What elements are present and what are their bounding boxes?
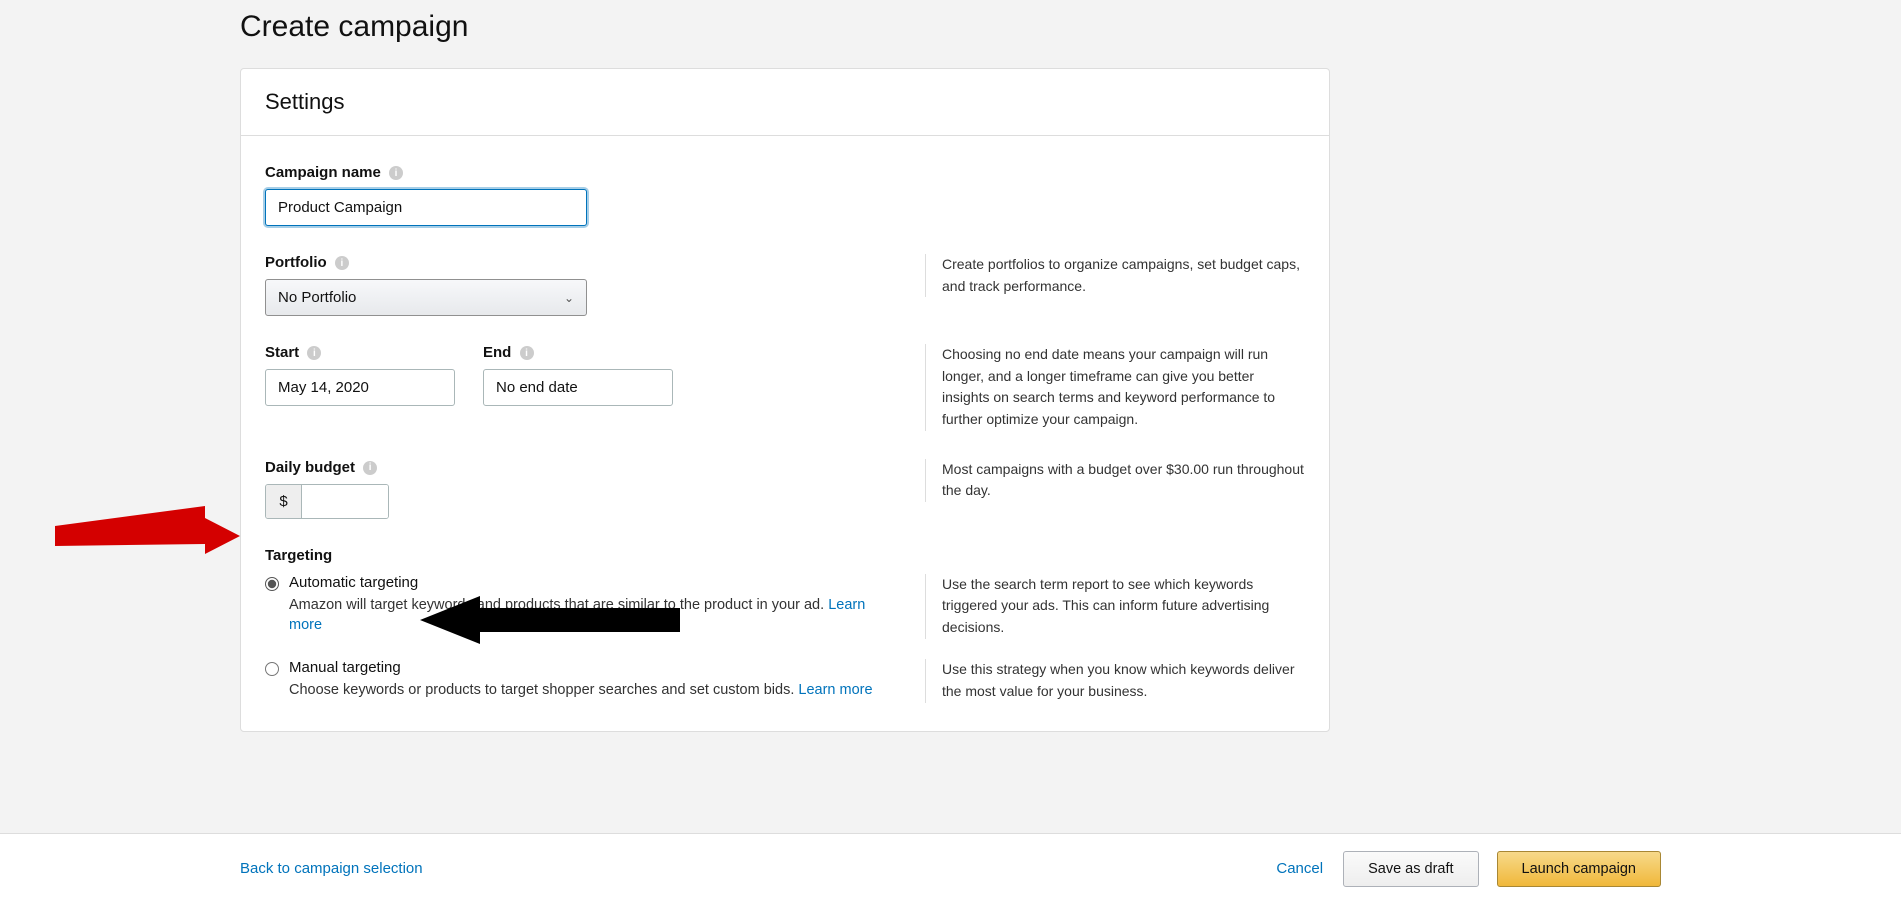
manual-targeting-title: Manual targeting — [289, 659, 885, 676]
save-draft-button[interactable]: Save as draft — [1343, 851, 1478, 887]
budget-label: Daily budget i — [265, 459, 377, 476]
budget-input-group: $ — [265, 484, 389, 519]
dates-help: Choosing no end date means your campaign… — [925, 344, 1305, 431]
campaign-name-input[interactable] — [265, 189, 587, 226]
info-icon[interactable]: i — [363, 461, 377, 475]
portfolio-label: Portfolio i — [265, 254, 349, 271]
portfolio-help: Create portfolios to organize campaigns,… — [925, 254, 1305, 297]
manual-targeting-radio[interactable] — [265, 662, 279, 676]
launch-campaign-button[interactable]: Launch campaign — [1497, 851, 1661, 887]
targeting-label: Targeting — [265, 547, 1305, 564]
info-icon[interactable]: i — [335, 256, 349, 270]
annotation-arrow-red — [55, 496, 255, 576]
auto-targeting-desc: Amazon will target keywords and products… — [289, 595, 885, 636]
chevron-down-icon: ⌄ — [564, 291, 574, 305]
auto-targeting-help: Use the search term report to see which … — [925, 574, 1305, 639]
manual-targeting-desc: Choose keywords or products to target sh… — [289, 680, 885, 700]
auto-targeting-title: Automatic targeting — [289, 574, 885, 591]
end-date-input[interactable] — [483, 369, 673, 406]
card-header: Settings — [241, 69, 1329, 136]
end-label: End i — [483, 344, 673, 361]
cancel-link[interactable]: Cancel — [1276, 860, 1323, 877]
manual-learn-more-link[interactable]: Learn more — [798, 682, 872, 698]
manual-targeting-help: Use this strategy when you know which ke… — [925, 659, 1305, 702]
budget-help: Most campaigns with a budget over $30.00… — [925, 459, 1305, 502]
auto-targeting-radio[interactable] — [265, 577, 279, 591]
start-date-input[interactable] — [265, 369, 455, 406]
start-label: Start i — [265, 344, 455, 361]
portfolio-select[interactable]: No Portfolio ⌄ — [265, 279, 587, 316]
footer-bar: Back to campaign selection Cancel Save a… — [0, 833, 1901, 903]
info-icon[interactable]: i — [520, 346, 534, 360]
settings-heading: Settings — [265, 89, 1305, 115]
currency-prefix: $ — [266, 485, 302, 518]
settings-card: Settings Campaign name i Portfolio — [240, 68, 1330, 732]
info-icon[interactable]: i — [307, 346, 321, 360]
back-link[interactable]: Back to campaign selection — [240, 860, 423, 877]
budget-input[interactable] — [302, 485, 388, 518]
page-title: Create campaign — [240, 10, 1901, 44]
campaign-name-label: Campaign name i — [265, 164, 403, 181]
info-icon[interactable]: i — [389, 166, 403, 180]
